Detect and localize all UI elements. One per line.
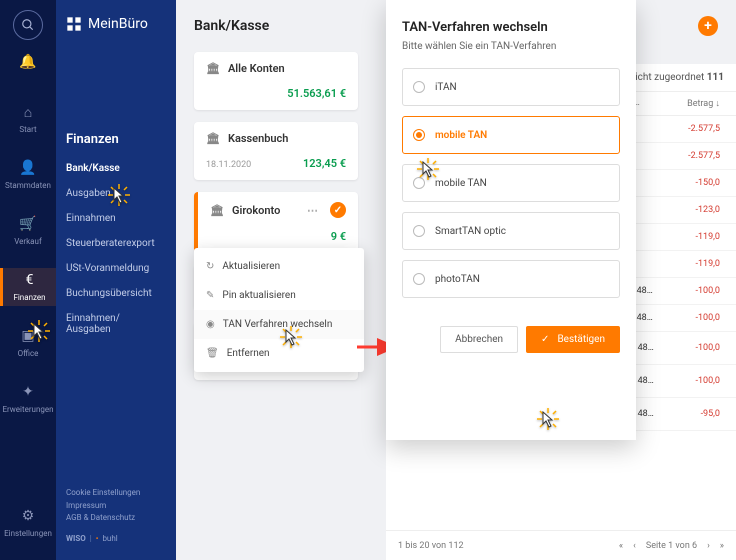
ctx-aktualisieren[interactable]: ↻Aktualisieren bbox=[194, 252, 364, 281]
sidebar-section-title: Finanzen bbox=[66, 132, 166, 147]
footer-agb[interactable]: AGB & Datenschutz bbox=[66, 512, 140, 525]
cancel-button[interactable]: Abbrechen bbox=[440, 326, 518, 353]
ctx-entfernen[interactable]: 🗑Entfernen bbox=[194, 339, 364, 368]
rail-item-stammdaten[interactable]: 👤Stammdaten bbox=[0, 156, 56, 194]
user-icon: 👤 bbox=[19, 160, 37, 178]
pager-range: 1 bis 20 von 112 bbox=[398, 541, 464, 551]
sidebar-item-einnahmen[interactable]: Einnahmen bbox=[66, 213, 166, 224]
add-button[interactable]: + bbox=[698, 16, 718, 36]
brand-text: MeinBüro bbox=[88, 16, 148, 32]
tan-option-itan[interactable]: iTAN bbox=[402, 68, 620, 106]
footer-buhl: buhl bbox=[102, 533, 117, 546]
sidebar-item-ust-voranmeldung[interactable]: USt-Voranmeldung bbox=[66, 263, 166, 274]
tan-option-mobile-tan[interactable]: mobile TAN bbox=[402, 164, 620, 202]
search-button[interactable] bbox=[13, 10, 43, 40]
tan-option-phototan[interactable]: photoTAN bbox=[402, 260, 620, 298]
footer-cookies[interactable]: Cookie Einstellungen bbox=[66, 487, 140, 500]
bank-icon: 🏛 bbox=[210, 204, 224, 217]
sidebar: MeinBüro Finanzen Bank/Kasse Ausgaben Einn… bbox=[56, 0, 176, 560]
rail-item-erweiterungen[interactable]: ✦Erweiterungen bbox=[0, 380, 56, 418]
check-icon: ✓ bbox=[541, 334, 549, 345]
unassigned-count: 111 bbox=[707, 72, 724, 83]
table-pager: 1 bis 20 von 112 « ‹ Seite 1 von 6 › » bbox=[386, 530, 736, 560]
sidebar-item-steuerberaterexport[interactable]: Steuerberaterexport bbox=[66, 238, 166, 249]
sidebar-item-bank-kasse[interactable]: Bank/Kasse bbox=[66, 163, 166, 174]
ctx-pin-aktualisieren[interactable]: ✎Pin aktualisieren bbox=[194, 281, 364, 310]
ext-icon: ✦ bbox=[19, 384, 37, 402]
col-amount[interactable]: Betrag ↓ bbox=[670, 98, 720, 109]
nav-rail: 🔔 ⌂Start 👤Stammdaten 🛒Verkauf €Finanzen ▣Off… bbox=[0, 0, 56, 560]
pager-page: Seite 1 von 6 bbox=[646, 541, 697, 551]
bank-icon: 🏛 bbox=[206, 132, 220, 145]
tan-option-smarttan-optic[interactable]: SmartTAN optic bbox=[402, 212, 620, 250]
ctx-tan-verfahren-wechseln[interactable]: ◉TAN Verfahren wechseln bbox=[194, 310, 364, 339]
account-card[interactable]: 🏛Alle Konten51.563,61 € bbox=[194, 52, 358, 110]
sidebar-item-ausgaben[interactable]: Ausgaben bbox=[66, 188, 166, 199]
confirm-button[interactable]: ✓ Bestätigen bbox=[526, 326, 620, 353]
brand-icon bbox=[66, 16, 82, 32]
radio-icon: ◉ bbox=[206, 319, 215, 330]
cart-icon: 🛒 bbox=[19, 216, 37, 234]
brand: MeinBüro bbox=[66, 16, 166, 32]
office-icon: ▣ bbox=[19, 328, 37, 346]
rail-item-einstellungen[interactable]: ⚙Einstellungen bbox=[0, 504, 56, 542]
rail-item-office[interactable]: ▣Office bbox=[0, 324, 56, 362]
home-icon: ⌂ bbox=[19, 104, 37, 122]
trash-icon: 🗑 bbox=[206, 348, 219, 359]
footer-wiso: WISO bbox=[66, 533, 86, 546]
pager-next[interactable]: › bbox=[707, 541, 710, 551]
account-context-menu: ↻Aktualisieren✎Pin aktualisieren◉TAN Ver… bbox=[194, 248, 364, 372]
pin-icon: ✎ bbox=[206, 290, 214, 301]
modal-title: TAN-Verfahren wechseln bbox=[402, 20, 620, 35]
search-icon bbox=[21, 18, 35, 32]
page-title: Bank/Kasse bbox=[194, 18, 269, 34]
modal-subtitle: Bitte wählen Sie ein TAN-Verfahren bbox=[402, 41, 620, 52]
pager-prev[interactable]: ‹ bbox=[633, 541, 636, 551]
rail-item-finanzen[interactable]: €Finanzen bbox=[0, 268, 56, 306]
more-icon[interactable]: ⋯ bbox=[307, 204, 318, 217]
sidebar-item-buchungs-bersicht[interactable]: Buchungsübersicht bbox=[66, 288, 166, 299]
tan-modal: TAN-Verfahren wechseln Bitte wählen Sie … bbox=[386, 0, 636, 440]
radio-icon bbox=[413, 177, 425, 189]
unassigned-label: Nicht zugeordnet bbox=[628, 72, 704, 83]
gear-icon: ⚙ bbox=[19, 508, 37, 526]
radio-icon bbox=[413, 225, 425, 237]
rail-item-start[interactable]: ⌂Start bbox=[0, 100, 56, 138]
bank-icon: 🏛 bbox=[206, 62, 220, 75]
radio-icon bbox=[413, 81, 425, 93]
refresh-icon: ↻ bbox=[206, 261, 214, 272]
active-check-icon: ✓ bbox=[330, 202, 346, 218]
radio-icon bbox=[413, 273, 425, 285]
sidebar-item-einnahmen-ausgaben[interactable]: Einnahmen/ Ausgaben bbox=[66, 313, 166, 335]
account-card[interactable]: 🏛Girokonto⋯✓9 € bbox=[194, 192, 358, 253]
pager-first[interactable]: « bbox=[619, 541, 623, 551]
sidebar-footer: Cookie Einstellungen Impressum AGB & Dat… bbox=[66, 487, 140, 546]
rail-item-verkauf[interactable]: 🛒Verkauf bbox=[0, 212, 56, 250]
pager-last[interactable]: » bbox=[720, 541, 724, 551]
euro-icon: € bbox=[21, 272, 39, 290]
notifications-icon[interactable]: 🔔 bbox=[19, 54, 36, 70]
footer-impressum[interactable]: Impressum bbox=[66, 500, 140, 513]
radio-icon bbox=[413, 129, 425, 141]
tan-option-mobile-tan[interactable]: mobile TAN bbox=[402, 116, 620, 154]
account-card[interactable]: 🏛Kassenbuch18.11.2020123,45 € bbox=[194, 122, 358, 180]
